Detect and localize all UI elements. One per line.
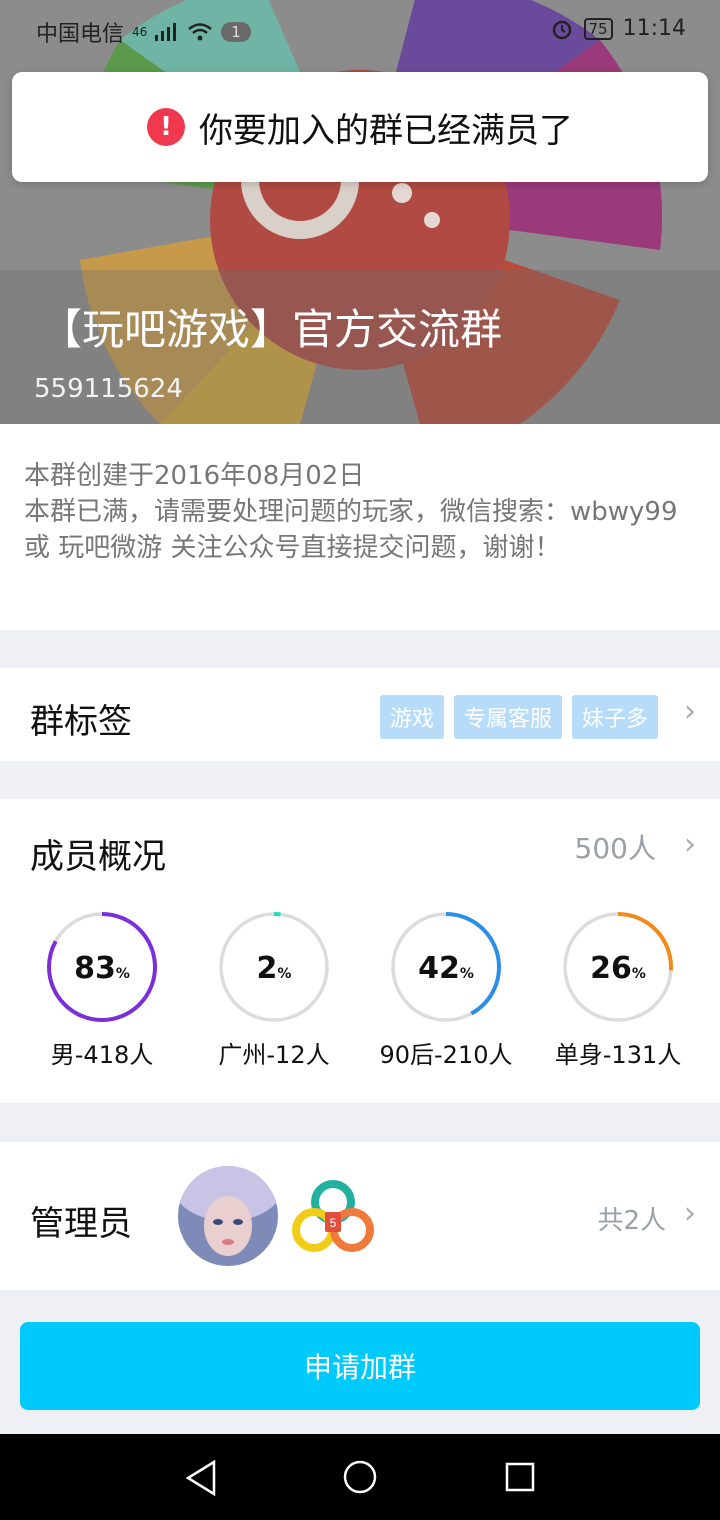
admin-count: 共2人: [597, 1206, 666, 1236]
status-bar: 中国电信 46 1 75 11:14: [0, 0, 720, 60]
tag-item: 妹子多: [571, 695, 658, 739]
stat-label: 单身-131人: [554, 1041, 682, 1069]
members-overview[interactable]: 成员概况 500人 › 83% 男-418人 2% 广州-12人 42% 90后-210人…: [0, 799, 720, 1103]
stat-percent: 83%: [74, 951, 130, 986]
join-group-button[interactable]: 申请加群: [20, 1322, 700, 1410]
notification-count: 1: [221, 22, 251, 42]
stat-label: 90后-210人: [379, 1041, 513, 1069]
wifi-icon: [188, 23, 213, 41]
group-description: 本群创建于2016年08月02日 本群已满，请需要处理问题的玩家，微信搜索：wb…: [0, 424, 720, 630]
signal-icon: [155, 23, 177, 41]
clock: 11:14: [622, 16, 686, 41]
carrier-label: 中国电信: [36, 22, 125, 47]
alarm-icon: [552, 20, 571, 39]
battery-icon: 75: [583, 17, 613, 40]
group-title: 【玩吧游戏】官方交流群: [40, 305, 503, 354]
stat-percent: 42%: [418, 951, 474, 986]
tag-list: 游戏 专属客服 妹子多: [379, 695, 658, 739]
admin-avatar[interactable]: [178, 1166, 278, 1266]
group-id: 559115624: [34, 374, 183, 404]
chevron-right-icon: ›: [684, 827, 696, 862]
home-icon[interactable]: [342, 1459, 378, 1495]
back-icon[interactable]: [184, 1458, 218, 1498]
svg-text:5: 5: [330, 1216, 337, 1230]
stat-percent: 2%: [256, 951, 292, 986]
error-icon: !: [147, 108, 185, 146]
group-cover-image: [0, 0, 720, 424]
group-header: 中国电信 46 1 75 11:14 ! 你要加入的群已经满员了 【玩吧游戏】官…: [0, 0, 720, 424]
chevron-right-icon: ›: [684, 1196, 696, 1231]
navigation-bar: [0, 1434, 720, 1520]
stat-label: 男-418人: [50, 1041, 154, 1069]
group-tags-row[interactable]: 群标签 游戏 专属客服 妹子多 ›: [0, 668, 720, 761]
tag-item: 专属客服: [453, 695, 562, 739]
error-toast: ! 你要加入的群已经满员了: [12, 72, 708, 182]
network-type: 46: [132, 25, 148, 39]
members-label: 成员概况: [30, 837, 166, 877]
chevron-right-icon: ›: [684, 694, 696, 729]
member-count: 500人: [574, 832, 656, 865]
recent-apps-icon[interactable]: [504, 1461, 536, 1493]
stat-percent: 26%: [590, 951, 646, 986]
stat-label: 广州-12人: [218, 1041, 330, 1069]
tag-item: 游戏: [379, 695, 444, 739]
toast-message: 你要加入的群已经满员了: [199, 110, 573, 151]
tags-label: 群标签: [30, 702, 132, 742]
admins-row[interactable]: 管理员 5 共2人 ›: [0, 1142, 720, 1290]
description-text: 本群创建于2016年08月02日 本群已满，请需要处理问题的玩家，微信搜索：wb…: [24, 461, 678, 563]
admin-avatar[interactable]: 5: [292, 1178, 374, 1256]
admins-label: 管理员: [30, 1204, 132, 1244]
